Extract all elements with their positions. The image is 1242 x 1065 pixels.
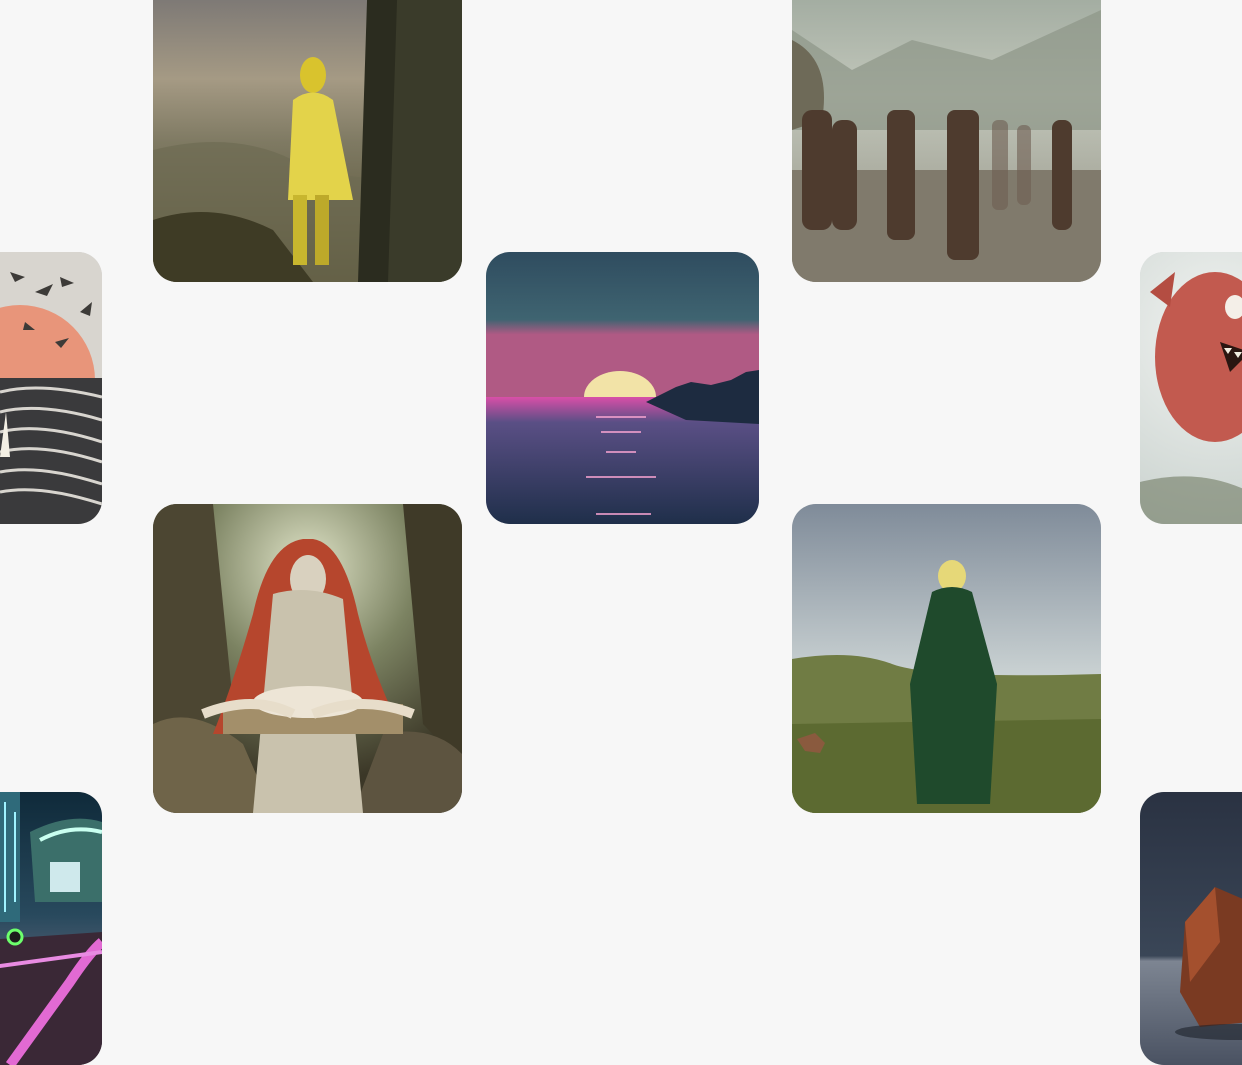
- image-gallery: [0, 0, 1242, 1065]
- gallery-tile-copper-teapot[interactable]: [1140, 792, 1242, 1065]
- yellow-figure-image: [153, 0, 462, 282]
- gallery-tile-green-cloak[interactable]: [792, 504, 1101, 813]
- madonna-child-image: [153, 504, 462, 813]
- green-cloak-image: [792, 504, 1101, 813]
- gallery-tile-yellow-figure[interactable]: [153, 0, 462, 282]
- synthwave-sunset-image: [486, 252, 759, 524]
- crowd-valley-image: [792, 0, 1101, 282]
- gallery-tile-synthwave-sunset[interactable]: [486, 252, 759, 524]
- gallery-tile-crowd-valley[interactable]: [792, 0, 1101, 282]
- neon-road-image: [0, 792, 102, 1065]
- gallery-tile-birds-sea[interactable]: [0, 252, 102, 524]
- gallery-tile-madonna-child[interactable]: [153, 504, 462, 813]
- fluffy-monster-image: [1140, 252, 1242, 524]
- copper-teapot-image: [1140, 792, 1242, 1065]
- birds-sea-image: [0, 252, 102, 524]
- gallery-tile-neon-road[interactable]: [0, 792, 102, 1065]
- gallery-tile-fluffy-monster[interactable]: [1140, 252, 1242, 524]
